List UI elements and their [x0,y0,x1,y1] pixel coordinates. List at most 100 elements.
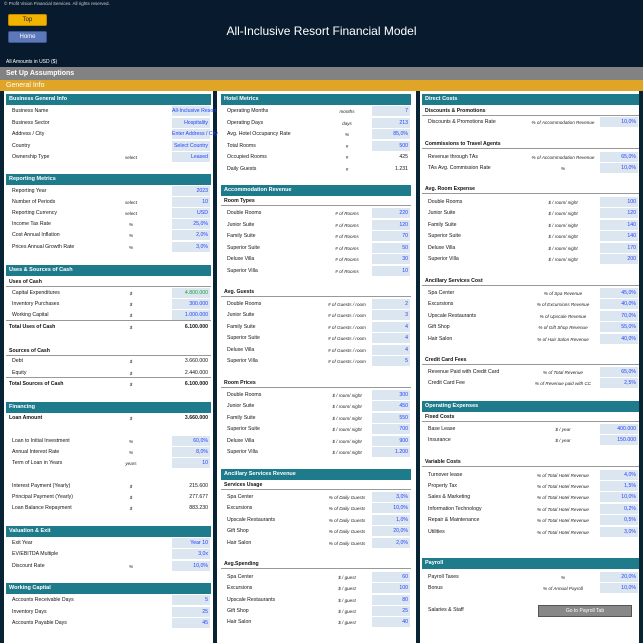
value-cell[interactable]: 400.000 [600,424,638,434]
go-to-payroll-tab-button[interactable]: Go to Payroll Tab [538,605,632,617]
value-cell[interactable]: 20,0% [372,526,410,536]
row-label: Operating Days [227,120,264,126]
row-label: Superior Villa [428,256,459,262]
row-double-rooms: Double Rooms $ / room/ night 100 [422,197,639,208]
value-cell[interactable]: 2,5% [600,378,638,388]
value-cell[interactable]: 40,0% [600,299,638,309]
value-cell[interactable]: 1,0% [372,515,410,525]
value-cell[interactable]: 300.000 [172,299,210,309]
value-cell: 1.231 [395,166,408,172]
value-cell[interactable]: 200 [600,254,638,264]
value-cell[interactable]: 213 [372,118,410,128]
row-gift-shop: Gift Shop % of Gift Shop Revenue 55,0% [422,322,639,333]
value-cell[interactable]: 10,0% [600,492,638,502]
value-cell[interactable]: 10,0% [372,503,410,513]
value-cell[interactable]: 170 [600,243,638,253]
value-cell[interactable]: 150.000 [600,435,638,445]
value-cell[interactable]: 0,5% [600,515,638,525]
value-cell[interactable]: 70,0% [600,311,638,321]
value-cell[interactable]: 5 [372,356,410,366]
value-cell[interactable]: 10,0% [600,117,638,127]
value-cell[interactable]: 550 [372,413,410,423]
value-cell[interactable]: 55,0% [600,322,638,332]
value-cell[interactable]: 8,0% [172,447,210,457]
value-cell[interactable]: 900 [372,436,410,446]
value-cell[interactable]: 70 [372,231,410,241]
value-cell[interactable]: 4 [372,345,410,355]
value-cell[interactable]: 65,0% [600,152,638,162]
value-cell[interactable]: 4 [372,333,410,343]
value-cell[interactable]: Year 10 [172,538,210,548]
divider-line [221,489,411,490]
value-cell[interactable]: 45,0% [600,288,638,298]
value-cell[interactable]: 700 [372,424,410,434]
value-cell[interactable]: 2023 [172,186,210,196]
value-cell[interactable]: 5 [172,595,210,605]
value-cell[interactable]: 0,2% [600,504,638,514]
value-cell[interactable]: 3,0% [172,242,210,252]
value-cell[interactable]: 140 [600,220,638,230]
value-cell[interactable]: 4.800.000 [172,288,210,298]
value-cell[interactable]: 10,0% [600,583,638,593]
row-spa-center: Spa Center $ / guest 60 [221,572,411,583]
value-cell[interactable]: USD [172,208,210,218]
value-cell[interactable]: 300 [372,390,410,400]
value-cell[interactable]: Leased [172,152,210,162]
value-cell[interactable]: 2,0% [372,538,410,548]
value-cell[interactable]: 10 [372,266,410,276]
value-cell[interactable]: 220 [372,208,410,218]
row-unit: $ [129,302,133,307]
value-cell[interactable]: 500 [372,141,410,151]
value-cell[interactable]: 450 [372,401,410,411]
value-cell[interactable]: 3,0x [172,549,210,559]
value-cell[interactable]: 30 [372,254,410,264]
value-cell[interactable]: 10 [172,458,210,468]
value-cell[interactable]: 25 [372,606,410,616]
value-cell[interactable]: 4,0% [600,470,638,480]
value-cell[interactable]: 85,0% [372,129,410,139]
row-label: Junior Suite [227,222,255,228]
value-cell[interactable]: 1,5% [600,481,638,491]
value-cell[interactable]: 25,0% [172,219,210,229]
row-label: Revenue through TAs [428,154,478,160]
value-cell[interactable]: 140 [600,231,638,241]
value-cell[interactable]: 3 [372,310,410,320]
value-cell[interactable]: 65,0% [600,367,638,377]
value-cell[interactable]: 2 [372,299,410,309]
value-cell[interactable]: 2,0% [172,230,210,240]
value-cell: 425 [399,154,408,160]
value-cell[interactable]: 100 [372,583,410,593]
value-cell[interactable]: 120 [372,220,410,230]
section-header: Business General Info [6,94,211,105]
value-cell[interactable]: 3,0% [600,527,638,537]
value-cell[interactable]: 10,0% [172,561,210,571]
value-cell[interactable]: 100 [600,197,638,207]
value-cell[interactable]: 120 [600,208,638,218]
row-label: Hair Salon [227,540,252,546]
value-cell[interactable]: Select Country [172,141,210,151]
value-cell[interactable]: All-Inclusive Resort [172,106,216,116]
value-cell[interactable]: 10,0% [600,163,638,173]
value-cell[interactable]: 10 [172,197,210,207]
value-cell[interactable]: 40 [372,617,410,627]
value-cell[interactable]: 1.200 [372,447,410,457]
row-interest-payment-yearly: Interest Payment (Yearly) $215.600 [6,481,211,492]
row-family-suite: Family Suite # of Guests / room 4 [221,322,411,333]
value-cell[interactable]: 50 [372,243,410,253]
value-cell[interactable]: Hospitality [172,118,210,128]
row-superior-suite: Superior Suite $ / room/ night 140 [422,231,639,242]
value-cell[interactable]: 60 [372,572,410,582]
value-cell[interactable]: 3,0% [372,492,410,502]
value-cell[interactable]: 80 [372,595,410,605]
value-cell[interactable]: 45 [172,618,210,628]
spreadsheet-page: © Profit Vision Financial Services. All … [0,0,643,643]
divider-line [422,115,639,116]
value-cell[interactable]: 40,0% [600,334,638,344]
value-cell[interactable]: 7 [372,106,410,116]
value-cell[interactable]: 1.000.000 [172,310,210,320]
value-cell[interactable]: 20,0% [600,572,638,582]
value-cell[interactable]: 60,0% [172,436,210,446]
value-cell[interactable]: Enter Address / City [172,129,218,139]
value-cell[interactable]: 25 [172,607,210,617]
value-cell[interactable]: 4 [372,322,410,332]
